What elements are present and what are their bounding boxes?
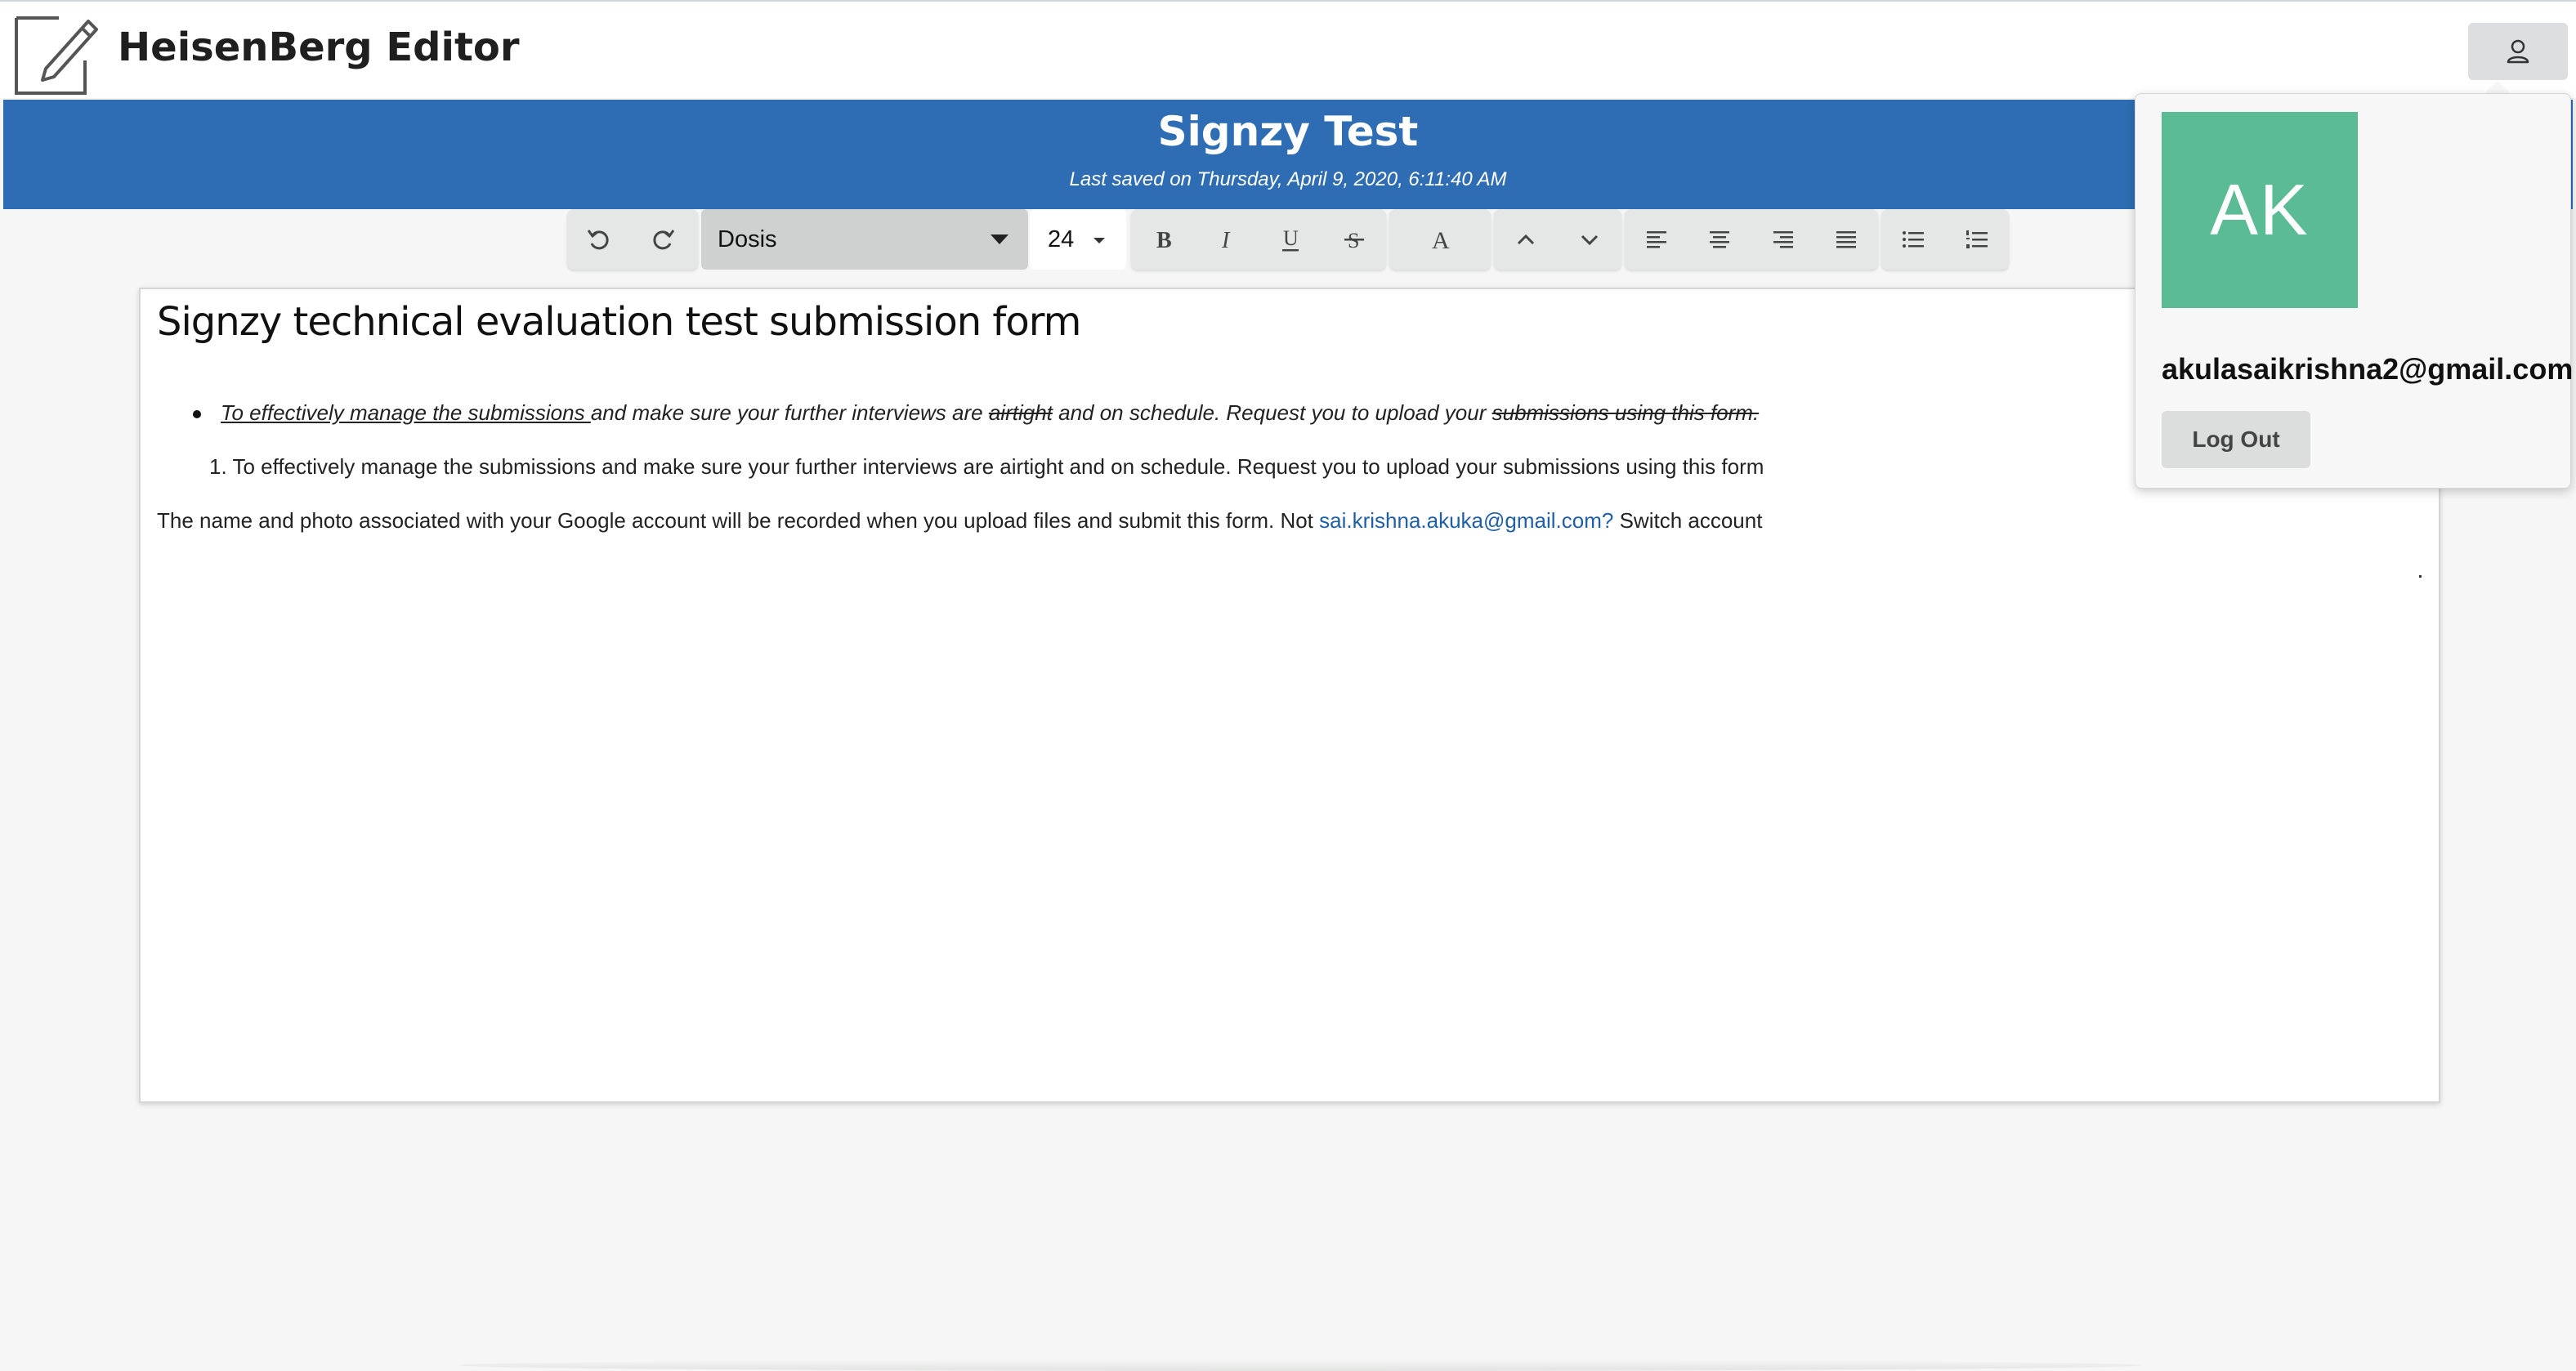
align-right-icon bbox=[1773, 231, 1793, 248]
text-color-group: A bbox=[1389, 209, 1491, 270]
struck-text: submissions using this form. bbox=[1491, 400, 1760, 425]
increase-button[interactable] bbox=[1494, 209, 1558, 270]
document-heading: Signzy technical evaluation test submiss… bbox=[157, 299, 1081, 345]
user-icon bbox=[2507, 39, 2529, 64]
decrease-button[interactable] bbox=[1558, 209, 1621, 270]
align-center-icon bbox=[1710, 231, 1730, 248]
numbered-list-item: 1. To effectively manage the submissions… bbox=[209, 454, 1764, 479]
paragraph-text: Switch account bbox=[1613, 508, 1763, 533]
italic-button[interactable]: I bbox=[1195, 209, 1259, 270]
text-style-group: B I U S bbox=[1131, 209, 1386, 270]
chevron-up-icon bbox=[1517, 234, 1535, 245]
bold-button[interactable]: B bbox=[1131, 209, 1195, 270]
italic-icon: I bbox=[1221, 228, 1231, 253]
font-size-value: 24 bbox=[1048, 226, 1075, 252]
bullet-dot bbox=[193, 410, 201, 419]
align-justify-button[interactable] bbox=[1815, 209, 1879, 270]
editor-page[interactable]: Signzy technical evaluation test submiss… bbox=[139, 288, 2440, 1103]
size-adjust-group bbox=[1494, 209, 1621, 270]
account-popup: AK akulasaikrishna2@gmail.com Log Out bbox=[2135, 93, 2574, 489]
text-color-button[interactable]: A bbox=[1408, 209, 1472, 270]
bold-icon: B bbox=[1156, 228, 1172, 253]
edit-document-icon bbox=[10, 10, 98, 98]
align-left-button[interactable] bbox=[1625, 209, 1688, 270]
align-center-button[interactable] bbox=[1688, 209, 1752, 270]
align-left-icon bbox=[1646, 231, 1666, 248]
user-menu-button[interactable] bbox=[2468, 23, 2568, 80]
svg-text:U: U bbox=[1283, 226, 1299, 250]
underlined-text: To effectively manage the submissions bbox=[221, 400, 591, 425]
align-justify-icon bbox=[1836, 231, 1857, 248]
history-group bbox=[567, 209, 698, 270]
account-email: akulasaikrishna2@gmail.com bbox=[2162, 352, 2574, 386]
bullet-list-item: To effectively manage the submissions an… bbox=[193, 400, 1759, 426]
paragraph-text: The name and photo associated with your … bbox=[157, 508, 1320, 533]
text-color-icon: A bbox=[1432, 227, 1450, 253]
svg-text:A: A bbox=[1432, 227, 1450, 253]
avatar: AK bbox=[2162, 112, 2358, 308]
undo-icon bbox=[587, 230, 609, 250]
email-link[interactable]: sai.krishna.akuka@gmail.com? bbox=[1319, 508, 1613, 533]
redo-button[interactable] bbox=[631, 209, 695, 270]
bullet-list-icon bbox=[1903, 231, 1924, 248]
undo-button[interactable] bbox=[567, 209, 631, 270]
paragraph: The name and photo associated with your … bbox=[157, 508, 1762, 534]
strikethrough-button[interactable]: S bbox=[1322, 209, 1386, 270]
list-group bbox=[1881, 209, 2009, 270]
bullet-text: and on schedule. Request you to upload y… bbox=[1052, 400, 1492, 425]
redo-icon bbox=[653, 230, 675, 250]
svg-text:B: B bbox=[1156, 228, 1172, 253]
stray-mark bbox=[2419, 575, 2422, 578]
struck-text: airtight bbox=[988, 400, 1053, 425]
numbered-list-icon bbox=[1966, 230, 1988, 248]
bottom-shadow bbox=[458, 1360, 2141, 1371]
font-size-select[interactable]: 24 bbox=[1030, 209, 1126, 270]
logout-button[interactable]: Log Out bbox=[2162, 411, 2310, 468]
underline-icon: U bbox=[1282, 226, 1299, 252]
chevron-down-icon bbox=[991, 234, 1008, 244]
svg-text:I: I bbox=[1221, 228, 1231, 253]
bullet-list-button[interactable] bbox=[1881, 209, 1945, 270]
strikethrough-icon: S bbox=[1344, 229, 1364, 252]
app-title: HeisenBerg Editor bbox=[118, 25, 520, 70]
alignment-group bbox=[1625, 209, 1878, 270]
chevron-down-icon bbox=[1581, 234, 1599, 246]
font-family-select[interactable]: Dosis bbox=[701, 209, 1028, 270]
numbered-list-button[interactable] bbox=[1945, 209, 2009, 270]
app-header: HeisenBerg Editor bbox=[0, 0, 2576, 98]
bullet-text: and make sure your further interviews ar… bbox=[590, 400, 989, 425]
popup-caret bbox=[2484, 80, 2511, 93]
font-family-value: Dosis bbox=[718, 226, 777, 252]
align-right-button[interactable] bbox=[1751, 209, 1815, 270]
chevron-down-icon bbox=[1093, 238, 1105, 243]
underline-button[interactable]: U bbox=[1259, 209, 1322, 270]
